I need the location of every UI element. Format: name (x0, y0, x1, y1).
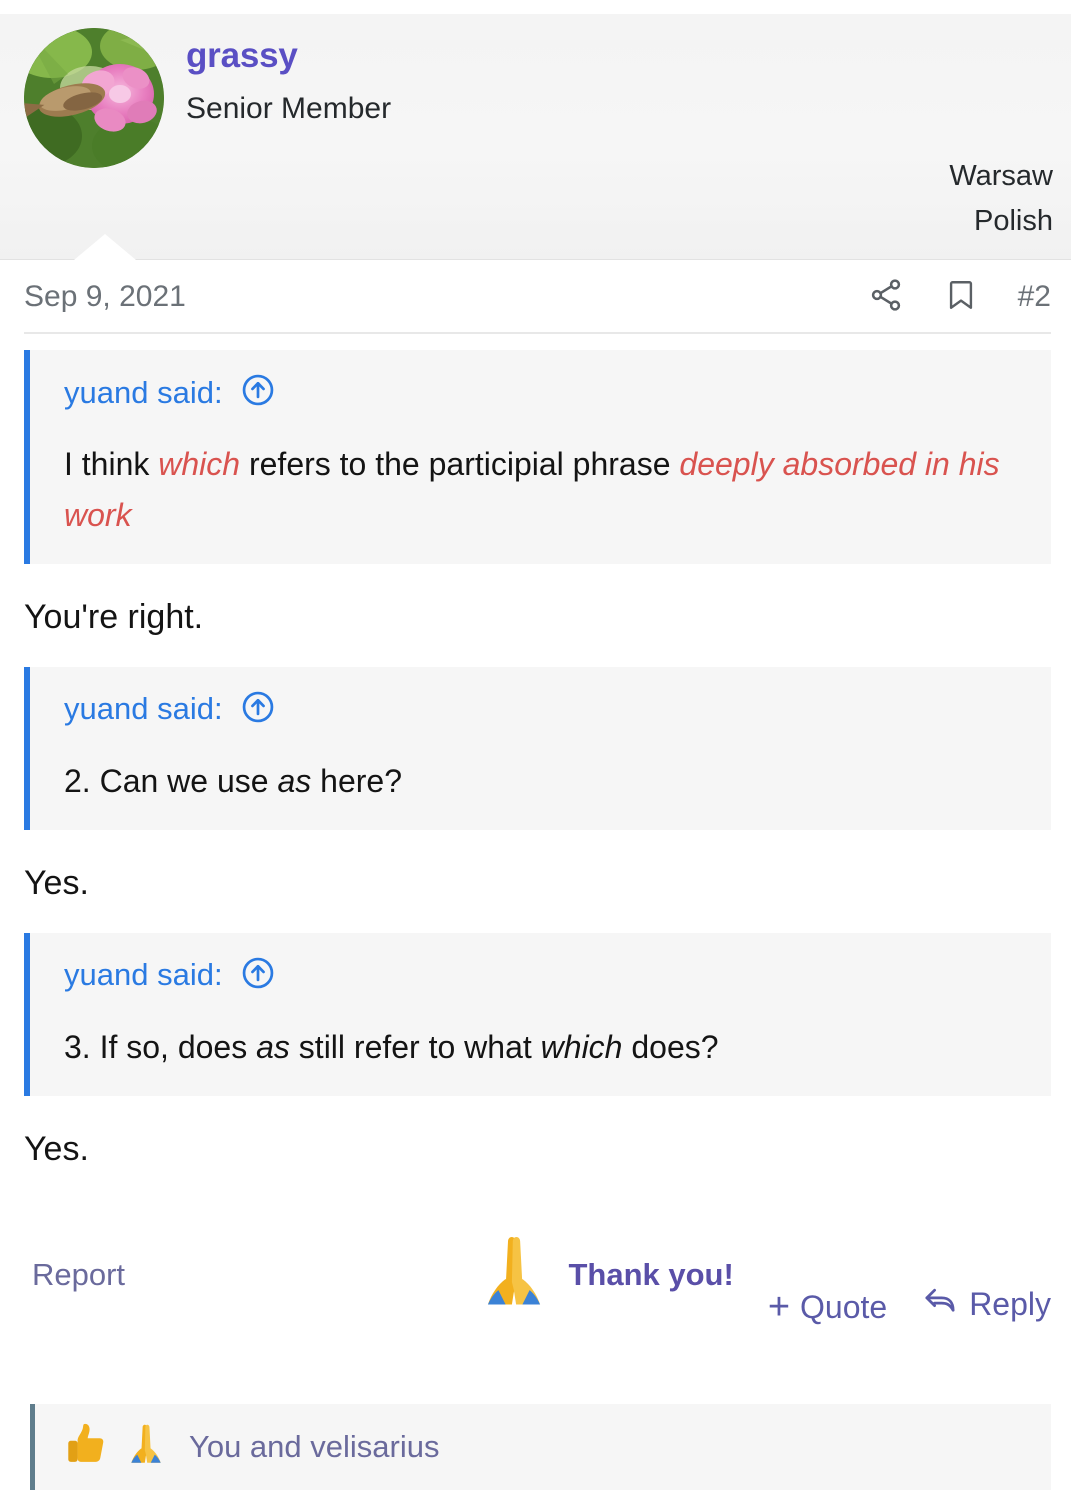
post-actions-right: Thank you! + Quote Reply (466, 1225, 1051, 1326)
reaction-users[interactable]: You and velisarius (189, 1429, 439, 1465)
user-language: Polish (974, 204, 1053, 237)
meta-divider (24, 332, 1051, 334)
post-meta-row: Sep 9, 2021 #2 (0, 260, 1071, 334)
reply-button-label: Reply (969, 1286, 1051, 1323)
quote-text: I think which refers to the participial … (64, 439, 1027, 540)
folded-hands-emoji-glyph (131, 1424, 161, 1463)
quote-part-emphasis: as (256, 1028, 290, 1065)
user-title: Senior Member (186, 92, 392, 126)
avatar[interactable] (24, 28, 164, 168)
quote-block: yuand said: 2. Can we use as here? (24, 666, 1051, 831)
quote-author[interactable]: yuand said: (64, 375, 223, 411)
quote-part-emphasis: which (158, 446, 241, 482)
quote-part: refers to the participial phrase (240, 446, 680, 482)
thank-you-label: Thank you! (568, 1257, 734, 1293)
post-number[interactable]: #2 (1018, 280, 1051, 314)
quote-header: yuand said: (64, 689, 1027, 730)
quote-part-emphasis: which (540, 1028, 623, 1065)
quote-part: does? (622, 1028, 719, 1065)
reply-arrow-icon (921, 1284, 959, 1326)
quote-part: I think (64, 446, 159, 482)
plus-icon: + (767, 1285, 791, 1328)
folded-hands-icon (466, 1225, 562, 1326)
arrow-up-circle-icon[interactable] (240, 955, 276, 996)
reply-text: Yes. (24, 864, 89, 903)
quote-header: yuand said: (64, 372, 1027, 413)
post-date[interactable]: Sep 9, 2021 (24, 280, 186, 314)
thank-you-button[interactable]: Thank you! (466, 1225, 734, 1326)
quote-block: yuand said: 3. If so, does as still refe… (24, 932, 1051, 1097)
arrow-up-circle-icon[interactable] (240, 689, 276, 730)
post-meta-actions: #2 (868, 277, 1051, 318)
quote-part-emphasis: as (277, 762, 312, 799)
user-extra-info: Warsaw Polish (949, 154, 1053, 244)
avatar-image (24, 28, 164, 168)
user-identity: grassy Senior Member (186, 36, 391, 127)
quote-text: 3. If so, does as still refer to what wh… (64, 1022, 1027, 1073)
quote-part: still refer to what (289, 1028, 541, 1065)
post-header: grassy Senior Member Warsaw Polish (0, 14, 1071, 260)
post-actions: Report Thank you! + Quote Reply (0, 1199, 1071, 1326)
quote-header: yuand said: (64, 955, 1027, 996)
post-message: yuand said: I think which refers to the … (0, 334, 1071, 1199)
reactions-bar[interactable]: You and velisarius (30, 1404, 1051, 1490)
username-link[interactable]: grassy (186, 36, 391, 76)
user-location: Warsaw (949, 160, 1053, 192)
thumbs-up-icon (59, 1418, 113, 1477)
quote-button-label: Quote (800, 1288, 888, 1325)
bookmark-icon[interactable] (944, 277, 978, 318)
report-link[interactable]: Report (32, 1257, 125, 1293)
reaction-emojis (59, 1418, 173, 1477)
quote-part: 3. If so, does (64, 1028, 257, 1065)
header-pointer (74, 234, 136, 260)
reply-button[interactable]: Reply (921, 1284, 1051, 1326)
thumbs-up-emoji-glyph (68, 1423, 104, 1462)
reply-text: You're right. (24, 598, 204, 637)
reply-text: Yes. (24, 1130, 89, 1169)
quote-author[interactable]: yuand said: (64, 691, 223, 727)
folded-hands-icon (119, 1418, 173, 1477)
arrow-up-circle-icon[interactable] (240, 372, 276, 413)
quote-button[interactable]: + Quote (767, 1285, 888, 1328)
quote-part: 2. Can we use (64, 762, 278, 799)
quote-text: 2. Can we use as here? (64, 756, 1027, 807)
folded-hands-emoji-glyph (488, 1236, 541, 1305)
quote-part: here? (311, 762, 402, 799)
quote-block: yuand said: I think which refers to the … (24, 350, 1051, 565)
quote-author[interactable]: yuand said: (64, 957, 223, 993)
share-icon[interactable] (868, 277, 904, 318)
